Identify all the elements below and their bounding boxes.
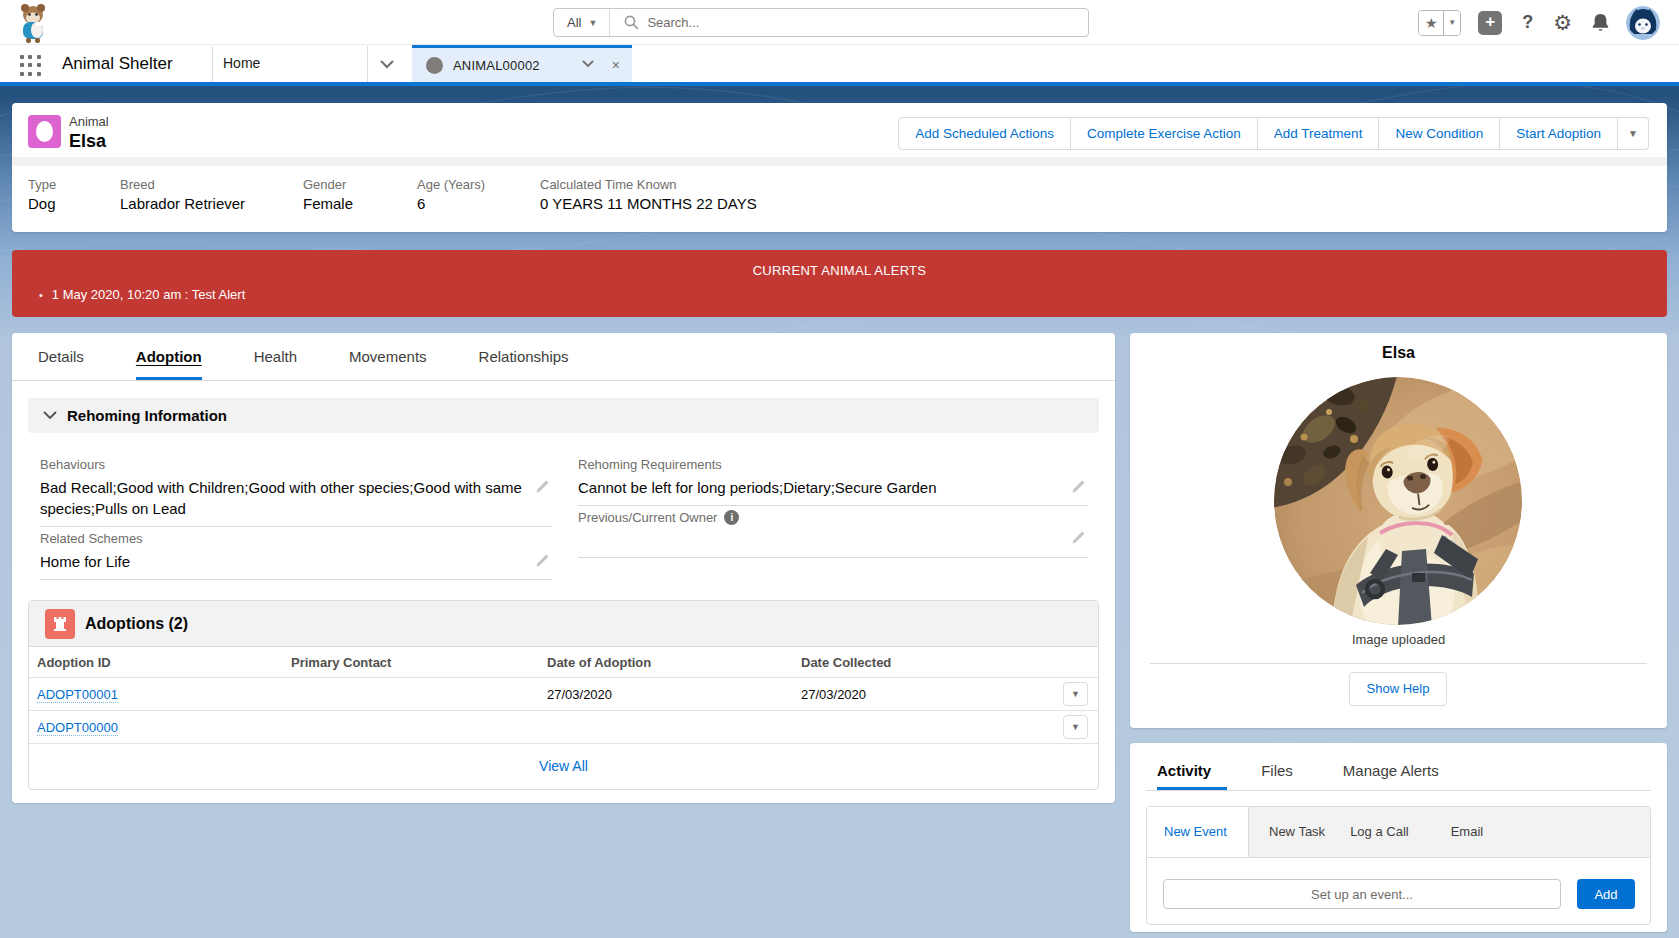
global-search[interactable]: All ▼ bbox=[553, 8, 1089, 37]
adoptions-list-icon bbox=[45, 609, 75, 639]
rehoming-section-header[interactable]: Rehoming Information bbox=[28, 398, 1099, 433]
record-tabs: Details Adoption Health Movements Relati… bbox=[12, 333, 1115, 381]
adoption-row: ADOPT00001 27/03/2020 27/03/2020 ▼ bbox=[29, 678, 1098, 711]
app-name: Animal Shelter bbox=[62, 45, 173, 82]
record-detail-card: Details Adoption Health Movements Relati… bbox=[12, 333, 1115, 803]
field-previous-owner: Previous/Current Owneri bbox=[578, 506, 1088, 558]
complete-exercise-action-button[interactable]: Complete Exercise Action bbox=[1071, 117, 1258, 150]
edit-icon[interactable] bbox=[1070, 479, 1086, 495]
adoption-link[interactable]: ADOPT00001 bbox=[37, 687, 118, 703]
show-help-button[interactable]: Show Help bbox=[1349, 672, 1447, 706]
field-time-known: Calculated Time Known 0 YEARS 11 MONTHS … bbox=[540, 177, 757, 212]
tab-new-event[interactable]: New Event bbox=[1147, 807, 1249, 857]
search-scope-selector[interactable]: All ▼ bbox=[554, 9, 610, 36]
search-scope-value: All bbox=[567, 15, 581, 30]
add-scheduled-actions-button[interactable]: Add Scheduled Actions bbox=[898, 117, 1071, 150]
profile-name: Elsa bbox=[1130, 344, 1667, 362]
section-collapse-chevron-icon bbox=[43, 411, 57, 420]
tab-log-a-call[interactable]: Log a Call bbox=[1350, 807, 1409, 857]
user-avatar[interactable] bbox=[1626, 6, 1660, 40]
new-condition-button[interactable]: New Condition bbox=[1379, 117, 1500, 150]
edit-icon[interactable] bbox=[534, 479, 550, 495]
adoptions-table-header: Adoption ID Primary Contact Date of Adop… bbox=[29, 647, 1098, 678]
view-all-link[interactable]: View All bbox=[29, 744, 1098, 790]
edit-icon[interactable] bbox=[534, 553, 550, 569]
favorite-star-icon[interactable]: ★ bbox=[1419, 11, 1444, 35]
row-actions-button[interactable]: ▼ bbox=[1063, 682, 1088, 706]
app-navigation-bar: Animal Shelter Home ANIMAL00002 × bbox=[0, 45, 1679, 86]
adoption-row: ADOPT00000 ▼ bbox=[29, 711, 1098, 744]
card-divider bbox=[1150, 663, 1647, 664]
adoption-link[interactable]: ADOPT00000 bbox=[37, 720, 118, 736]
record-name: Elsa bbox=[69, 131, 106, 152]
animal-alerts-banner: CURRENT ANIMAL ALERTS •1 May 2020, 10:20… bbox=[12, 250, 1667, 317]
field-rehoming-requirements: Rehoming Requirements Cannot be left for… bbox=[578, 453, 1088, 506]
tabs-divider bbox=[1146, 790, 1651, 791]
field-related-schemes: Related Schemes Home for Life bbox=[40, 527, 552, 580]
tab-files[interactable]: Files bbox=[1261, 748, 1293, 795]
activity-publisher: New Event New Task Log a Call Email Add bbox=[1146, 806, 1651, 925]
setup-gear-icon[interactable]: ⚙ bbox=[1553, 11, 1572, 35]
edit-icon[interactable] bbox=[1070, 530, 1086, 546]
field-breed: Breed Labrador Retriever bbox=[120, 177, 245, 212]
alert-item: •1 May 2020, 10:20 am : Test Alert bbox=[39, 287, 245, 302]
publisher-tabs: New Event New Task Log a Call Email bbox=[1147, 807, 1650, 858]
adoptions-title[interactable]: Adoptions (2) bbox=[85, 601, 188, 647]
nav-divider bbox=[212, 46, 213, 82]
tab-details[interactable]: Details bbox=[38, 333, 84, 380]
add-treatment-button[interactable]: Add Treatment bbox=[1258, 117, 1380, 150]
nav-tab-home[interactable]: Home bbox=[223, 45, 260, 82]
bullet: • bbox=[39, 289, 43, 301]
photo-caption: Image uploaded bbox=[1130, 632, 1667, 647]
record-header-card: Animal Elsa Add Scheduled Actions Comple… bbox=[12, 103, 1667, 232]
adoptions-related-list: Adoptions (2) Adoption ID Primary Contac… bbox=[28, 600, 1099, 790]
record-actions: Add Scheduled Actions Complete Exercise … bbox=[898, 117, 1649, 150]
actions-overflow-button[interactable]: ▼ bbox=[1618, 117, 1649, 150]
info-icon[interactable]: i bbox=[724, 510, 739, 525]
field-gender: Gender Female bbox=[303, 177, 353, 212]
tab-new-task[interactable]: New Task bbox=[1269, 807, 1325, 857]
nav-tab-record[interactable]: ANIMAL00002 × bbox=[412, 45, 632, 82]
nav-divider bbox=[367, 46, 368, 82]
search-icon bbox=[624, 15, 639, 30]
search-input[interactable] bbox=[647, 15, 1088, 30]
event-subject-input[interactable] bbox=[1163, 879, 1561, 909]
global-header: All ▼ ★ ▼ + ? ⚙ bbox=[0, 0, 1679, 45]
row-actions-button[interactable]: ▼ bbox=[1063, 715, 1088, 739]
start-adoption-button[interactable]: Start Adoption bbox=[1500, 117, 1618, 150]
tab-adoption[interactable]: Adoption bbox=[136, 333, 202, 380]
animal-record-icon bbox=[28, 115, 61, 148]
animal-image-card: Elsa bbox=[1130, 333, 1667, 728]
app-launcher-icon[interactable] bbox=[20, 55, 42, 77]
chevron-down-icon: ▼ bbox=[588, 18, 597, 28]
favorites-dropdown[interactable]: ▼ bbox=[1444, 11, 1460, 35]
record-tab-icon bbox=[426, 57, 443, 74]
global-actions-button[interactable]: + bbox=[1478, 11, 1502, 35]
field-behaviours: Behaviours Bad Recall;Good with Children… bbox=[40, 453, 552, 527]
tab-manage-alerts[interactable]: Manage Alerts bbox=[1343, 748, 1439, 795]
tab-health[interactable]: Health bbox=[254, 333, 297, 380]
activity-card: Activity Files Manage Alerts New Event N… bbox=[1130, 743, 1667, 932]
favorites-button-group[interactable]: ★ ▼ bbox=[1418, 10, 1461, 36]
salesforce-mascot-logo bbox=[14, 2, 54, 44]
nav-overflow-chevron-icon[interactable] bbox=[380, 60, 394, 69]
notifications-bell-icon[interactable] bbox=[1591, 12, 1610, 33]
field-age: Age (Years) 6 bbox=[417, 177, 485, 212]
tab-email[interactable]: Email bbox=[1451, 807, 1484, 857]
dog-photo bbox=[1274, 377, 1522, 625]
alert-title: CURRENT ANIMAL ALERTS bbox=[12, 263, 1667, 278]
active-tab-underline bbox=[1157, 787, 1227, 790]
field-type: Type Dog bbox=[28, 177, 56, 212]
adoptions-header: Adoptions (2) bbox=[29, 601, 1098, 647]
help-icon[interactable]: ? bbox=[1522, 12, 1533, 33]
header-divider bbox=[12, 157, 1667, 166]
entity-label: Animal bbox=[69, 114, 109, 129]
tab-close-icon[interactable]: × bbox=[612, 57, 620, 73]
tab-movements[interactable]: Movements bbox=[349, 333, 427, 380]
tab-relationships[interactable]: Relationships bbox=[479, 333, 569, 380]
add-event-button[interactable]: Add bbox=[1577, 879, 1635, 909]
tab-dropdown-chevron-icon[interactable] bbox=[582, 60, 594, 68]
